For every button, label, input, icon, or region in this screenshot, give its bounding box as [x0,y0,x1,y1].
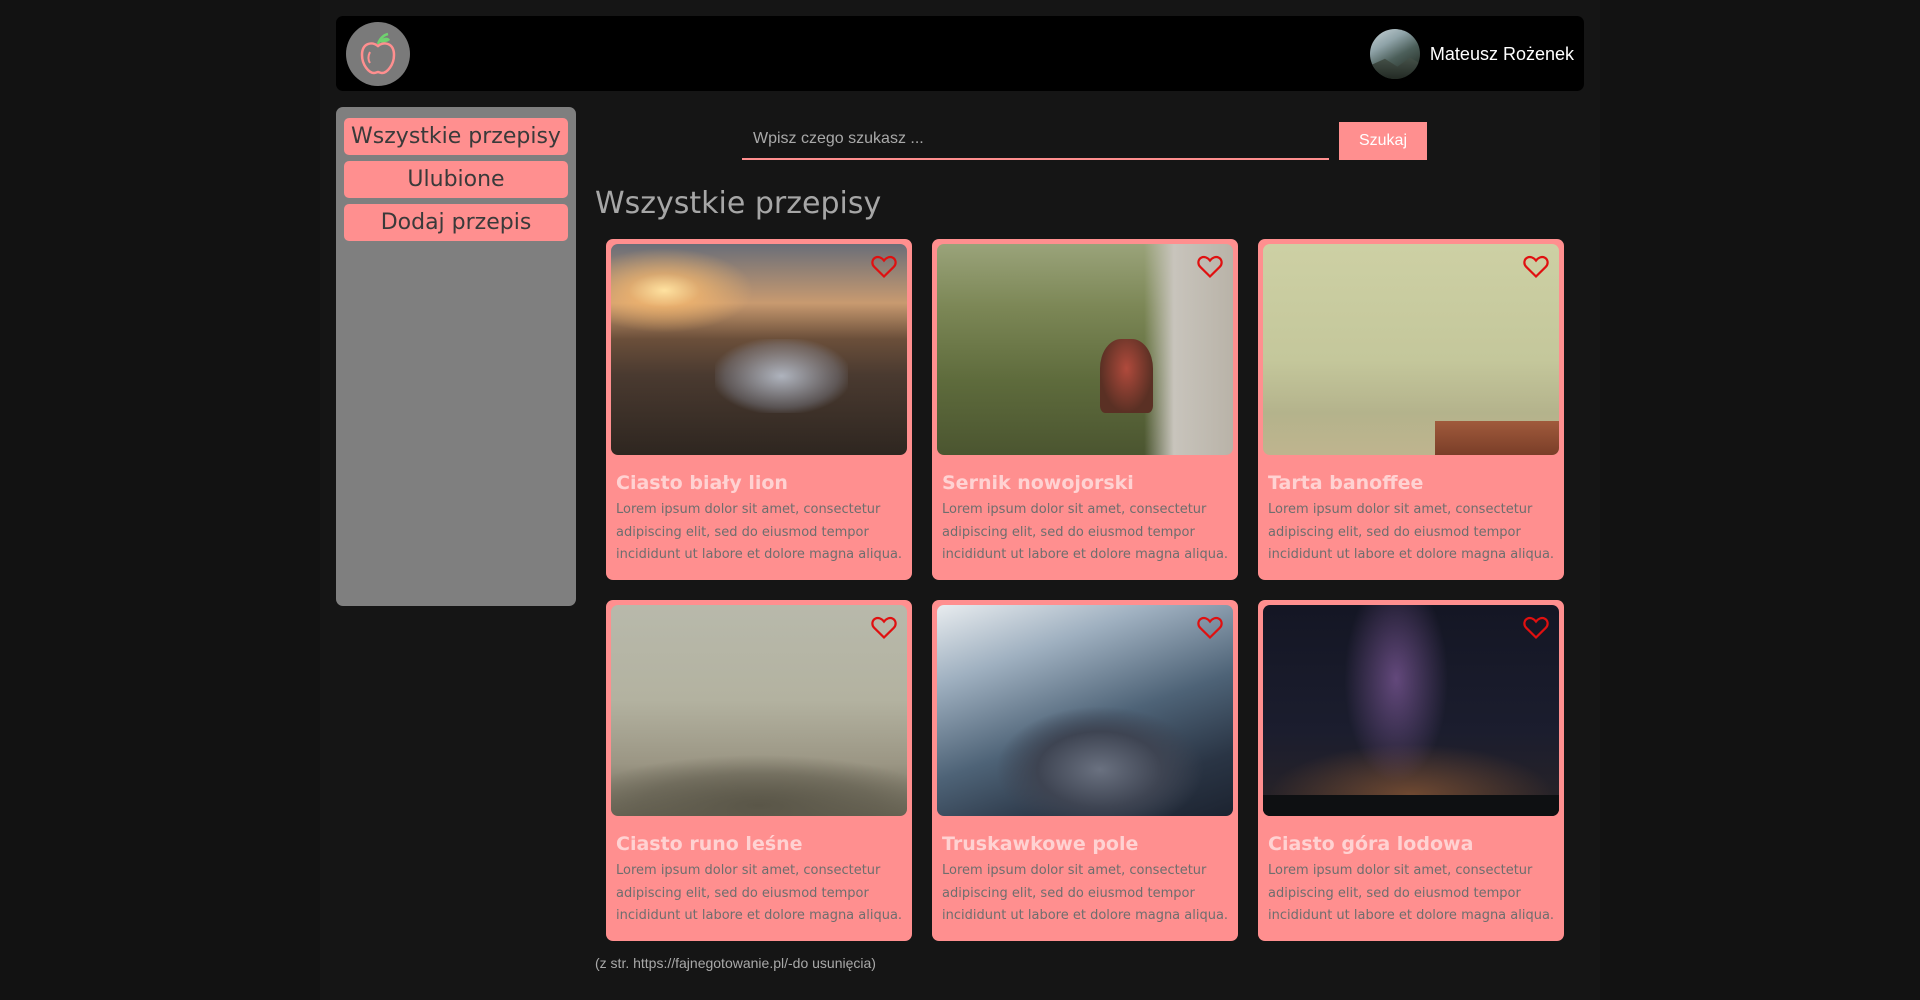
search-input[interactable] [742,120,1329,160]
avatar[interactable] [1369,29,1420,79]
recipe-description: Lorem ipsum dolor sit amet, consectetur … [942,863,1229,923]
recipe-image[interactable] [937,244,1233,455]
recipe-description: Lorem ipsum dolor sit amet, consectetur … [1268,502,1555,562]
recipe-card[interactable]: Ciasto runo leśne Lorem ipsum dolor sit … [606,600,912,941]
recipe-card[interactable]: Ciasto biały lion Lorem ipsum dolor sit … [606,239,912,580]
recipe-title[interactable]: Ciasto góra lodowa [1268,833,1559,855]
recipe-image[interactable] [1263,244,1559,455]
recipe-description: Lorem ipsum dolor sit amet, consectetur … [616,863,903,923]
recipe-title[interactable]: Sernik nowojorski [942,472,1233,494]
user-name[interactable]: Mateusz Rożenek [1430,44,1574,65]
recipe-card[interactable]: Truskawkowe pole Lorem ipsum dolor sit a… [932,600,1238,941]
recipe-card[interactable]: Sernik nowojorski Lorem ipsum dolor sit … [932,239,1238,580]
recipe-title[interactable]: Ciasto biały lion [616,472,907,494]
recipe-title[interactable]: Truskawkowe pole [942,833,1233,855]
recipe-title[interactable]: Ciasto runo leśne [616,833,907,855]
source-note: (z str. https://fajnegotowanie.pl/-do us… [595,955,876,971]
heart-icon[interactable] [1197,616,1223,640]
recipe-image[interactable] [1263,605,1559,816]
sidebar: Wszystkie przepisy Ulubione Dodaj przepi… [336,107,576,606]
recipe-image[interactable] [937,605,1233,816]
recipe-card[interactable]: Ciasto góra lodowa Lorem ipsum dolor sit… [1258,600,1564,941]
recipe-description: Lorem ipsum dolor sit amet, consectetur … [942,502,1229,562]
recipe-title[interactable]: Tarta banoffee [1268,472,1559,494]
recipe-image[interactable] [611,244,907,455]
heart-icon[interactable] [1523,255,1549,279]
page-title: Wszystkie przepisy [595,186,882,221]
sidebar-item-add-recipe[interactable]: Dodaj przepis [344,204,568,241]
apple-icon[interactable] [346,22,410,86]
sidebar-item-favorites[interactable]: Ulubione [344,161,568,198]
heart-icon[interactable] [1197,255,1223,279]
search-button[interactable]: Szukaj [1339,122,1427,160]
heart-icon[interactable] [871,616,897,640]
recipe-image[interactable] [611,605,907,816]
recipe-description: Lorem ipsum dolor sit amet, consectetur … [616,502,903,562]
user-profile[interactable]: Mateusz Rożenek [1369,29,1574,79]
heart-icon[interactable] [1523,616,1549,640]
top-bar: Mateusz Rożenek [336,16,1584,91]
sidebar-item-all-recipes[interactable]: Wszystkie przepisy [344,118,568,155]
recipe-card[interactable]: Tarta banoffee Lorem ipsum dolor sit ame… [1258,239,1564,580]
heart-icon[interactable] [871,255,897,279]
recipe-description: Lorem ipsum dolor sit amet, consectetur … [1268,863,1555,923]
